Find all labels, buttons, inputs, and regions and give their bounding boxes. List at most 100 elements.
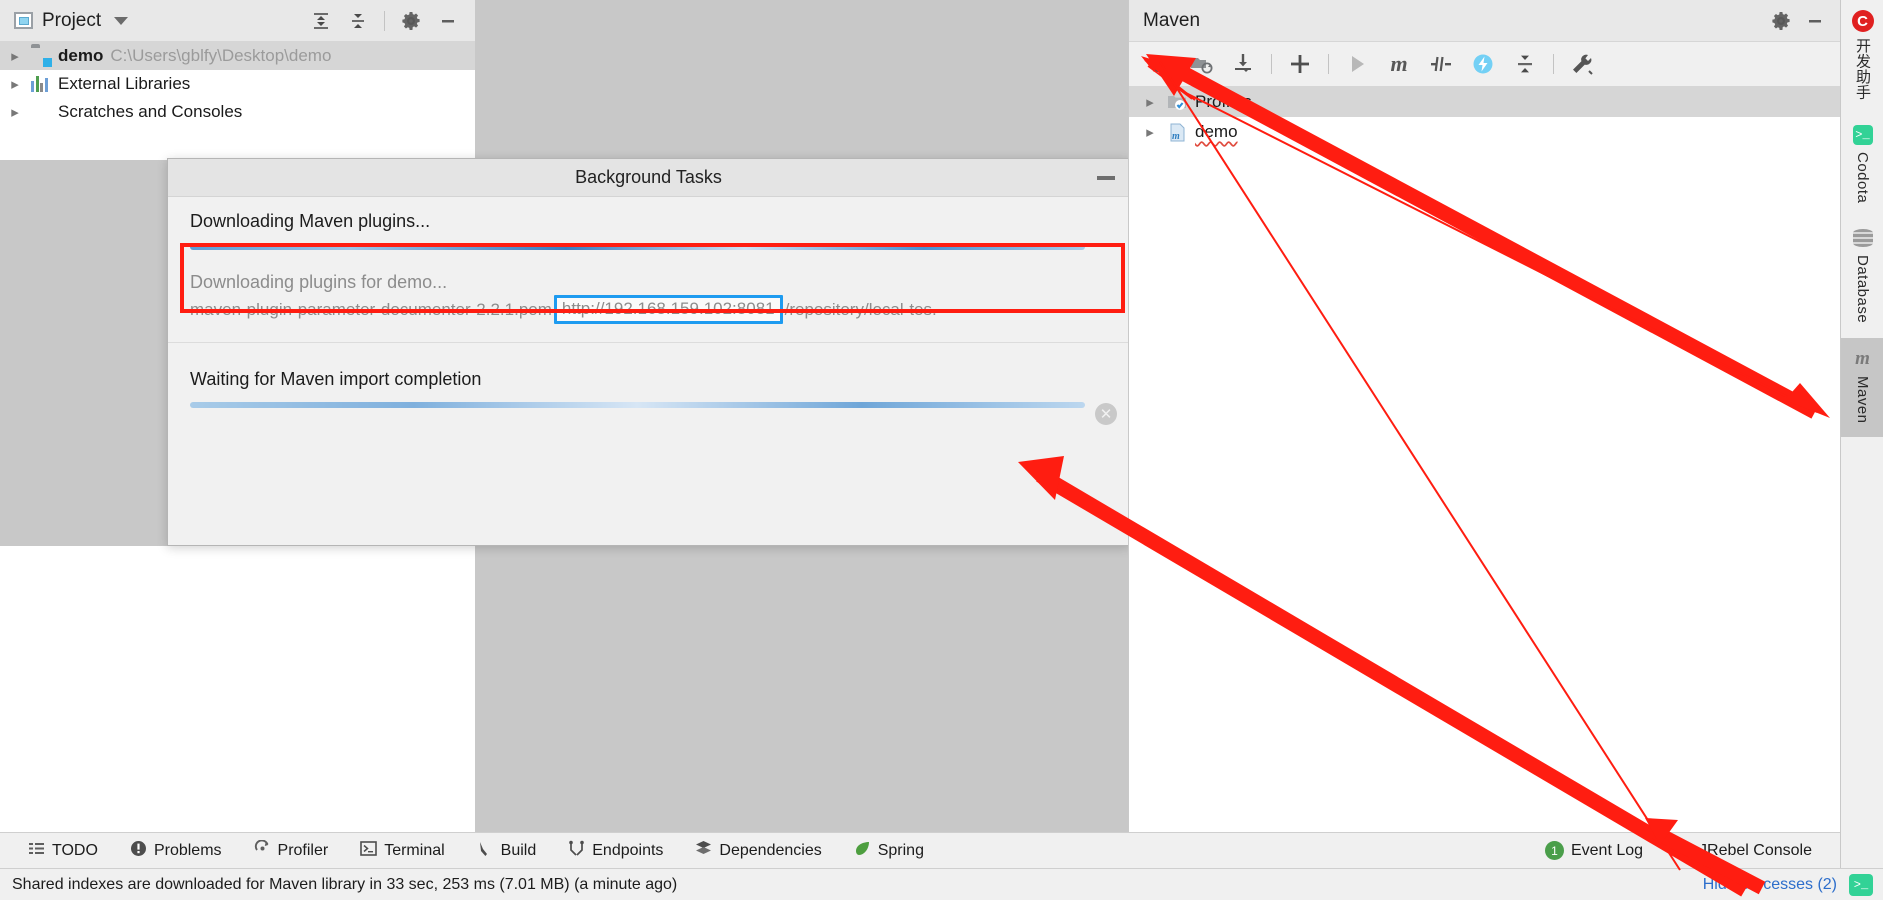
maven-tool-window: Maven m ▸ Profiles ▸ m demo [1128,0,1840,840]
cancel-icon[interactable]: ✕ [1095,403,1117,425]
tool-button-label: Terminal [384,841,445,859]
dependencies-icon [695,840,712,862]
progress-bar [190,244,1085,250]
profiles-icon [1167,93,1187,111]
tree-item-path: C:\Users\gblfy\Desktop\demo [110,46,332,65]
database-icon [1852,227,1874,249]
tool-button-label: Profiler [277,841,329,859]
toggle-skip-tests-icon[interactable] [1421,44,1461,84]
task-detail: maven-plugin-parameter-documenter-2.2.1.… [190,295,1107,324]
tool-button-label: JRebel Console [1699,841,1812,859]
tool-button-label: Dependencies [719,841,822,859]
bottom-tool-bar: TODO Problems Profiler Terminal Build En… [0,832,1840,868]
background-tasks-header: Background Tasks [168,159,1129,197]
terminal-icon[interactable]: >_ [1849,873,1873,896]
project-panel-title: Project [42,9,102,31]
maven-panel-title: Maven [1143,9,1201,31]
tool-button-profiler[interactable]: Profiler [238,838,345,862]
tool-button-label: TODO [52,841,98,859]
tool-button-endpoints[interactable]: Endpoints [552,840,679,862]
maven-tree-item-label: Profiles [1195,92,1252,111]
event-log-icon: 1 [1544,841,1564,860]
tool-button-spring[interactable]: Spring [838,840,940,862]
tree-item-label: demo [58,46,104,65]
add-maven-project-icon[interactable] [1280,44,1320,84]
highlighted-url: http://192.168.159.102:8081 [553,295,783,324]
profiler-icon [254,838,271,862]
expand-arrow-icon[interactable]: ▸ [1141,124,1159,140]
download-sources-and-documentation-icon[interactable] [1223,44,1263,84]
tool-button-terminal[interactable]: Terminal [344,840,460,862]
maven-settings-icon[interactable] [1562,44,1602,84]
scratches-icon [31,103,51,121]
maven-tree: ▸ Profiles ▸ m demo [1129,87,1840,147]
tool-button-todo[interactable]: TODO [12,840,114,862]
tree-item-demo[interactable]: ▸ demo C:\Users\gblfy\Desktop\demo [0,42,475,70]
tree-item-label: External Libraries [58,74,191,93]
tool-button-codota[interactable]: >_ Codota [1841,114,1883,217]
folder-module-icon [31,47,51,65]
tool-button-problems[interactable]: Problems [114,840,238,862]
gear-icon[interactable] [1764,4,1798,38]
maven-project-icon: m [1167,123,1187,142]
tool-button-database[interactable]: Database [1841,217,1883,337]
maven-tree-item-profiles[interactable]: ▸ Profiles [1129,87,1840,117]
tool-button-maven[interactable]: m Maven [1841,337,1883,438]
expand-arrow-icon[interactable]: ▸ [6,48,24,64]
ide-window: Project ▸ demo C:\Users\gblfy\Desktop\de… [0,0,1883,900]
background-tasks-popup: Background Tasks Downloading Maven plugi… [167,158,1130,546]
minimize-icon[interactable] [1097,175,1115,180]
hide-processes-link[interactable]: Hide processes (2) [1703,876,1837,894]
maven-toolbar: m [1129,42,1840,87]
assistant-icon: C [1851,10,1874,32]
minimize-icon[interactable] [431,4,465,38]
reload-all-maven-projects-icon[interactable] [1139,44,1179,84]
collapse-all-icon[interactable] [1505,44,1545,84]
toolbar-divider [1271,54,1272,74]
status-message: Shared indexes are downloaded for Maven … [12,875,678,893]
tree-item-external-libraries[interactable]: ▸ External Libraries [0,70,475,98]
tool-button-assistant[interactable]: C 开发助手 [1841,0,1883,114]
tool-button-jrebel-console[interactable]: JRebel Console [1659,840,1840,862]
tree-item-scratches[interactable]: ▸ Scratches and Consoles [0,98,475,126]
expand-all-icon[interactable] [304,4,338,38]
task-waiting-for-maven-import: Waiting for Maven import completion [168,342,1129,408]
tool-button-build[interactable]: Build [461,840,553,862]
tool-button-label: Build [500,841,537,859]
tool-button-dependencies[interactable]: Dependencies [679,840,837,862]
project-tree: ▸ demo C:\Users\gblfy\Desktop\demo ▸ Ext… [0,42,475,126]
chevron-down-icon[interactable] [114,16,129,25]
svg-text:m: m [1172,131,1180,142]
todo-icon [28,840,45,862]
expand-arrow-icon[interactable]: ▸ [6,76,24,92]
tool-button-label: Database [1854,255,1871,324]
tree-item-label: Scratches and Consoles [58,102,243,121]
expand-arrow-icon[interactable]: ▸ [6,104,24,120]
tool-button-label: 开发助手 [1854,38,1871,100]
status-bar: Shared indexes are downloaded for Maven … [0,868,1883,900]
tool-button-label: Maven [1854,375,1871,424]
tool-button-event-log[interactable]: 1 Event Log [1529,841,1659,860]
build-icon [477,840,494,862]
progress-bar [190,402,1085,408]
maven-icon: m [1855,347,1870,369]
generate-sources-and-update-folders-icon[interactable] [1181,44,1221,84]
toggle-offline-mode-icon[interactable] [1463,44,1503,84]
expand-arrow-icon[interactable]: ▸ [1141,94,1159,110]
gear-icon[interactable] [394,4,428,38]
run-maven-build-icon[interactable] [1337,44,1377,84]
tool-button-label: Spring [877,841,924,859]
toolbar-divider [1328,54,1329,74]
task-detail-prefix: maven-plugin-parameter-documenter-2.2.1.… [190,299,552,319]
task-label: Waiting for Maven import completion [190,369,482,389]
minimize-icon[interactable] [1798,4,1832,38]
execute-maven-goal-icon[interactable]: m [1379,44,1419,84]
library-icon [31,75,51,93]
project-panel-header: Project [0,0,475,42]
maven-tree-item-demo[interactable]: ▸ m demo [1129,117,1840,147]
codota-icon: >_ [1852,124,1874,146]
toolbar-divider [1553,54,1554,74]
collapse-all-icon[interactable] [341,4,375,38]
task-label: Downloading Maven plugins... [190,211,431,231]
task-downloading-plugins-for-demo: Downloading plugins for demo... maven-pl… [168,250,1129,324]
